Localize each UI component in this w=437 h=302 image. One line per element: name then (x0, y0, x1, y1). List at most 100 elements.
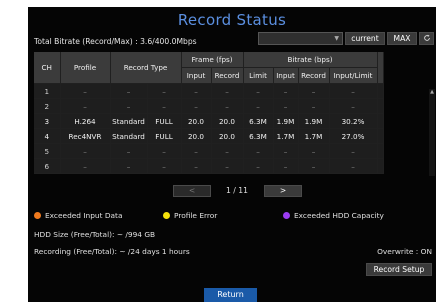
col-profile: Profile (60, 52, 111, 84)
cell-frame-input: 20.0 (181, 113, 212, 129)
total-bitrate-label: Total Bitrate (Record/Max) : 3.6/400.0Mb… (34, 37, 197, 46)
cell-record-mode: – (147, 158, 182, 174)
refresh-icon (423, 34, 430, 41)
cell-limit: 6.3M (243, 113, 274, 129)
cell-record-type: – (110, 83, 148, 99)
max-button[interactable]: MAX (387, 32, 417, 45)
cell-profile: – (60, 83, 111, 99)
stream-select-dropdown[interactable]: ▼ (258, 32, 343, 45)
table-scrollbar[interactable]: ▲ (429, 89, 435, 176)
cell-bit-record: – (298, 158, 330, 174)
scroll-up-icon[interactable]: ▲ (429, 89, 435, 95)
cell-input-limit: – (329, 98, 378, 114)
cell-bit-input: – (273, 158, 299, 174)
legend-label: Profile Error (174, 211, 218, 220)
col-bitrate-group: Bitrate (bps) (243, 52, 378, 68)
scroll-cell (377, 128, 384, 144)
cell-input-limit: – (329, 83, 378, 99)
table-row: 6 – – – – – – – – – (34, 158, 384, 174)
col-bit-record: Record (298, 67, 330, 84)
cell-input-limit: 30.2% (329, 113, 378, 129)
cell-limit: 6.3M (243, 128, 274, 144)
cell-frame-input: 20.0 (181, 128, 212, 144)
table-row: 5 – – – – – – – – – (34, 143, 384, 159)
legend-label: Exceeded HDD Capacity (294, 211, 384, 220)
scroll-cell (377, 83, 384, 99)
cell-record-type: – (110, 98, 148, 114)
cell-frame-input: – (181, 98, 212, 114)
legend-exceeded-hdd: Exceeded HDD Capacity (283, 211, 384, 220)
cell-limit: – (243, 158, 274, 174)
scroll-cell (377, 98, 384, 114)
record-setup-button[interactable]: Record Setup (366, 263, 432, 276)
cell-bit-record: – (298, 83, 330, 99)
cell-frame-record: – (211, 98, 244, 114)
cell-bit-record: – (298, 98, 330, 114)
page-title: Record Status (177, 11, 287, 29)
cell-record-type: – (110, 158, 148, 174)
recording-info: Recording (Free/Total): ~ /24 days 1 hou… (34, 247, 190, 256)
cell-bit-record: 1.7M (298, 128, 330, 144)
col-limit: Limit (243, 67, 274, 84)
col-record-type: Record Type (110, 52, 182, 84)
cell-record-mode: – (147, 143, 182, 159)
chevron-down-icon: ▼ (334, 35, 339, 42)
cell-input-limit: 27.0% (329, 128, 378, 144)
overwrite-status: Overwrite : ON (377, 247, 432, 256)
cell-ch: 3 (34, 113, 61, 129)
cell-limit: – (243, 83, 274, 99)
cell-ch: 1 (34, 83, 61, 99)
col-frame-group: Frame (fps) (181, 52, 244, 68)
cell-frame-input: – (181, 143, 212, 159)
cell-record-mode: – (147, 83, 182, 99)
prev-page-button[interactable]: < (173, 185, 211, 197)
col-input-limit: Input/Limit (329, 67, 378, 84)
cell-frame-record: 20.0 (211, 113, 244, 129)
scroll-cell (377, 143, 384, 159)
col-frame-record: Record (211, 67, 244, 84)
cell-record-mode: FULL (147, 113, 182, 129)
next-page-button[interactable]: > (264, 185, 302, 197)
purple-dot-icon (283, 212, 290, 219)
cell-frame-record: – (211, 83, 244, 99)
refresh-button[interactable] (419, 32, 434, 45)
cell-profile: – (60, 98, 111, 114)
cell-bit-record: – (298, 143, 330, 159)
cell-frame-record: – (211, 143, 244, 159)
cell-ch: 5 (34, 143, 61, 159)
current-button[interactable]: current (345, 32, 385, 45)
scroll-header (377, 52, 384, 84)
return-button[interactable]: Return (204, 288, 257, 302)
cell-bit-record: 1.9M (298, 113, 330, 129)
yellow-dot-icon (163, 212, 170, 219)
cell-profile: – (60, 143, 111, 159)
table-row: 4 Rec4NVR Standard FULL 20.0 20.0 6.3M 1… (34, 128, 384, 144)
cell-frame-input: – (181, 158, 212, 174)
cell-frame-record: – (211, 158, 244, 174)
col-ch: CH (34, 52, 61, 84)
record-status-table: CH Profile Record Type Frame (fps) Bitra… (34, 52, 384, 174)
cell-record-type: – (110, 143, 148, 159)
cell-ch: 2 (34, 98, 61, 114)
legend-label: Exceeded Input Data (45, 211, 123, 220)
cell-input-limit: – (329, 158, 378, 174)
cell-frame-record: 20.0 (211, 128, 244, 144)
scroll-cell (377, 158, 384, 174)
hdd-size-info: HDD Size (Free/Total): ~ /994 GB (34, 230, 156, 239)
cell-record-mode: FULL (147, 128, 182, 144)
col-frame-input: Input (181, 67, 212, 84)
table-row: 1 – – – – – – – – – (34, 83, 384, 99)
cell-record-mode: – (147, 98, 182, 114)
cell-ch: 4 (34, 128, 61, 144)
cell-limit: – (243, 143, 274, 159)
col-bit-input: Input (273, 67, 299, 84)
scroll-cell (377, 113, 384, 129)
record-status-window: Record Status Total Bitrate (Record/Max)… (28, 7, 436, 302)
legend-profile-error: Profile Error (163, 211, 217, 220)
cell-frame-input: – (181, 83, 212, 99)
cell-profile: – (60, 158, 111, 174)
table-row: 3 H.264 Standard FULL 20.0 20.0 6.3M 1.9… (34, 113, 384, 129)
cell-bit-input: – (273, 143, 299, 159)
cell-record-type: Standard (110, 128, 148, 144)
cell-profile: Rec4NVR (60, 128, 111, 144)
